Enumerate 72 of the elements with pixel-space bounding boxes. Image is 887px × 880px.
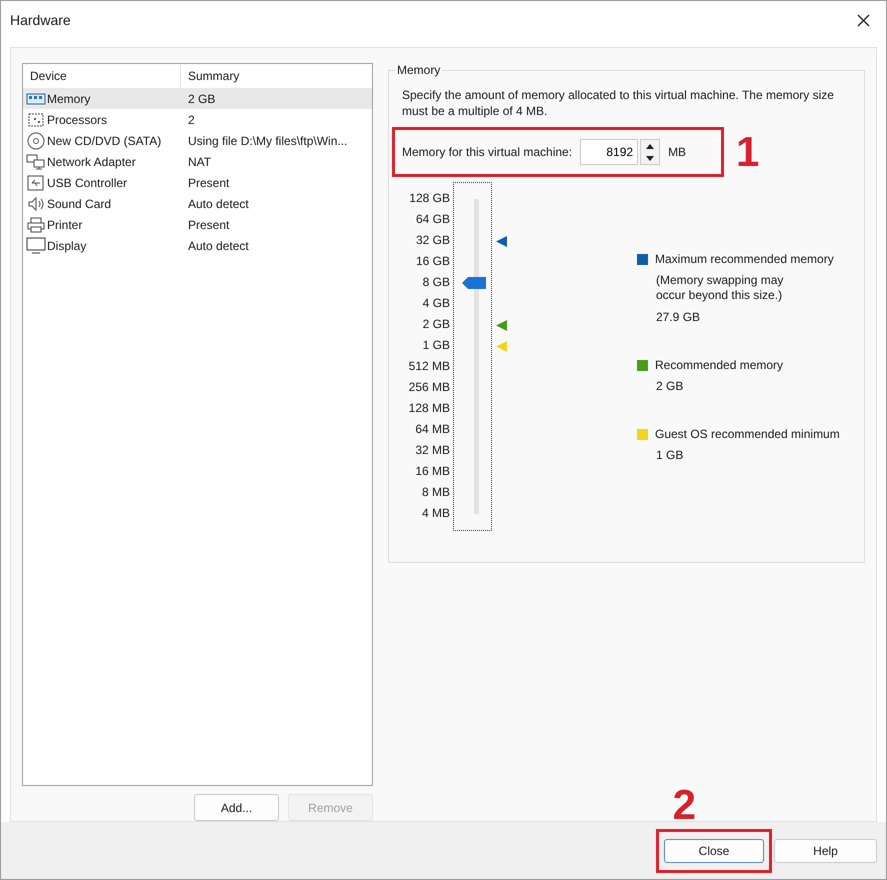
device-summary: Present bbox=[187, 218, 230, 232]
chip-icon bbox=[26, 112, 46, 128]
device-row[interactable]: New CD/DVD (SATA) Using file D:\My files\ftp\Win... bbox=[23, 130, 372, 151]
tick-label: 4 GB bbox=[422, 296, 450, 310]
tick-label: 8 MB bbox=[422, 485, 450, 499]
device-name: Memory bbox=[47, 92, 90, 106]
legend-note: (Memory swapping may occur beyond this size.) bbox=[656, 273, 784, 303]
field-label: Memory for this virtual machine: bbox=[402, 145, 572, 159]
up-arrow-icon[interactable] bbox=[646, 144, 654, 148]
printer-icon bbox=[26, 216, 46, 232]
tick-label: 2 GB bbox=[422, 317, 450, 331]
slider-thumb[interactable] bbox=[462, 277, 486, 289]
tick-label: 32 GB bbox=[416, 233, 450, 247]
device-name: Network Adapter bbox=[47, 154, 136, 168]
close-icon[interactable] bbox=[857, 14, 870, 26]
network-icon bbox=[26, 154, 46, 170]
tick-label: 128 MB bbox=[408, 401, 450, 415]
close-button[interactable]: Close bbox=[664, 838, 764, 862]
legend-label: Guest OS recommended minimum bbox=[655, 427, 840, 441]
monitor-icon bbox=[26, 236, 46, 254]
memory-input[interactable]: 8192 bbox=[580, 139, 638, 165]
device-summary: Present bbox=[187, 176, 230, 190]
device-summary: 2 GB bbox=[187, 92, 216, 106]
device-row[interactable]: USB Controller Present bbox=[23, 172, 372, 193]
device-summary: Auto detect bbox=[187, 196, 249, 210]
device-row[interactable]: Sound Card Auto detect bbox=[23, 193, 372, 214]
annotation-number: 2 bbox=[672, 785, 696, 825]
legend-value: 1 GB bbox=[656, 448, 684, 462]
device-summary: NAT bbox=[187, 154, 212, 168]
unit-label: MB bbox=[668, 145, 686, 159]
legend-label: Maximum recommended memory bbox=[655, 252, 834, 266]
group-title: Memory bbox=[395, 63, 442, 77]
tick-label: 64 MB bbox=[415, 422, 450, 436]
legend-value: 2 GB bbox=[656, 379, 684, 393]
tick-label: 128 GB bbox=[409, 191, 450, 205]
tick-label: 256 MB bbox=[408, 380, 450, 394]
tick-label: 16 GB bbox=[416, 254, 450, 268]
device-name: Display bbox=[47, 238, 86, 252]
annotation-number: 1 bbox=[736, 132, 760, 172]
spinner[interactable] bbox=[640, 139, 660, 165]
device-name: Processors bbox=[47, 112, 108, 126]
tick-label: 16 MB bbox=[415, 464, 450, 478]
tick-label: 8 GB bbox=[422, 275, 450, 289]
help-button[interactable]: Help bbox=[774, 838, 877, 862]
window-title: Hardware bbox=[10, 12, 71, 28]
device-summary: 2 bbox=[187, 112, 195, 126]
disc-icon bbox=[26, 132, 46, 150]
device-name: Printer bbox=[47, 218, 82, 232]
add-button[interactable]: Add... bbox=[194, 794, 279, 821]
device-summary: Auto detect bbox=[187, 238, 249, 252]
device-row[interactable]: Printer Present bbox=[23, 214, 372, 235]
device-name: Sound Card bbox=[47, 196, 112, 210]
device-row[interactable]: Processors 2 bbox=[23, 109, 372, 130]
legend-label: Recommended memory bbox=[655, 358, 784, 372]
device-row[interactable]: Display Auto detect bbox=[23, 235, 372, 256]
speaker-icon bbox=[26, 196, 46, 212]
tick-label: 64 GB bbox=[416, 212, 450, 226]
device-row[interactable]: Memory 2 GB bbox=[23, 88, 372, 109]
tick-label: 1 GB bbox=[422, 338, 450, 352]
tick-label: 512 MB bbox=[408, 359, 450, 373]
usb-icon bbox=[26, 174, 46, 190]
column-header[interactable]: Summary bbox=[181, 64, 240, 88]
device-name: New CD/DVD (SATA) bbox=[47, 134, 162, 148]
memory-icon bbox=[26, 92, 46, 106]
down-arrow-icon[interactable] bbox=[646, 156, 654, 160]
description-text: Specify the amount of memory allocated to this virtual machine. The memory size must be a multiple of 4 MB. bbox=[402, 87, 835, 119]
tick-label: 32 MB bbox=[415, 443, 450, 457]
device-row[interactable]: Network Adapter NAT bbox=[23, 151, 372, 172]
device-name: USB Controller bbox=[47, 176, 128, 190]
device-summary: Using file D:\My files\ftp\Win... bbox=[187, 134, 348, 148]
legend-value: 27.9 GB bbox=[656, 310, 702, 324]
tick-label: 4 MB bbox=[422, 506, 450, 520]
